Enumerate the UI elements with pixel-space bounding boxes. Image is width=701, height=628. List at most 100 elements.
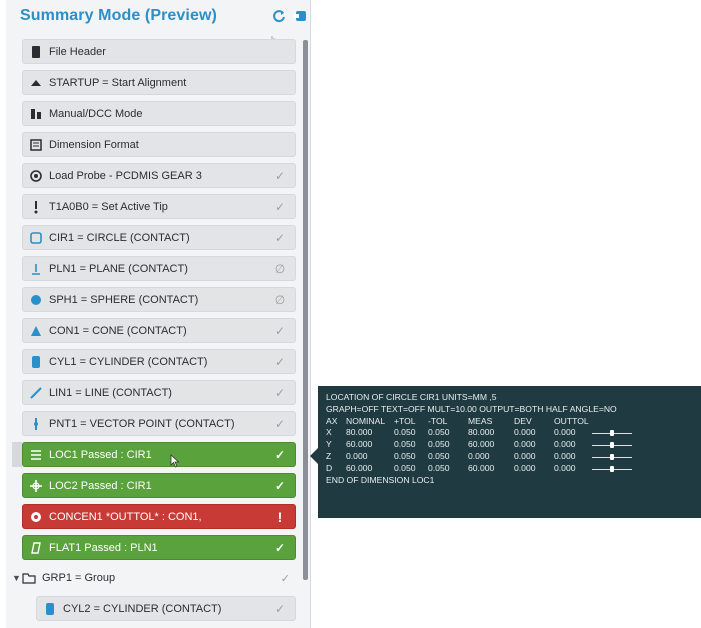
list-item-label: LOC1 Passed : CIR1	[49, 448, 152, 461]
tooltip-cell: AX	[326, 415, 338, 426]
not-measured-icon: ∅	[274, 292, 286, 307]
deviation-graph	[592, 463, 652, 475]
list-item-label: LIN1 = LINE (CONTACT)	[49, 386, 172, 399]
tooltip-cell: Y	[326, 439, 332, 450]
status-check-icon: ✓	[274, 168, 286, 183]
alignment-icon	[29, 76, 43, 90]
list-item-label: Dimension Format	[49, 138, 139, 151]
collapse-arrow-icon[interactable]: ▼	[12, 573, 21, 583]
tooltip-data-row: Y 60.000 0.050 0.050 60.000 0.000 0.000	[326, 439, 693, 451]
list-item[interactable]: Load Probe - PCDMIS GEAR 3 ✓	[22, 163, 296, 188]
tooltip-table: AX NOMINAL +TOL -TOL MEAS DEV OUTTOL X 80.000 0.0…	[326, 416, 693, 475]
list-item-label: CONCEN1 *OUTTOL* : CON1,	[49, 510, 202, 523]
list-item-label: STARTUP = Start Alignment	[49, 76, 187, 89]
tip-icon	[29, 200, 43, 214]
list-item[interactable]: PLN1 = PLANE (CONTACT) ∅	[22, 256, 296, 281]
list-item[interactable]: CONCEN1 *OUTTOL* : CON1,!	[22, 504, 296, 529]
tooltip-cell: 0.000	[554, 439, 576, 450]
tooltip-cell: 0.050	[394, 462, 416, 473]
status-check-icon: ✓	[274, 478, 286, 493]
tooltip-footer: END OF DIMENSION LOC1	[326, 474, 435, 485]
tooltip-line-2: GRAPH=OFF TEXT=OFF MULT=10.00 OUTPUT=BOT…	[326, 403, 617, 414]
list-item[interactable]: LOC1 Passed : CIR1 ✓	[22, 442, 296, 467]
list-item[interactable]: FLAT1 Passed : PLN1 ✓	[22, 535, 296, 560]
format-icon	[29, 138, 43, 152]
list-item[interactable]: File Header	[22, 39, 296, 64]
tooltip-cell: 80.000	[346, 427, 373, 438]
tooltip-cell: X	[326, 427, 332, 438]
deviation-graph	[592, 439, 652, 451]
cone-icon	[29, 324, 43, 338]
tooltip-cell: 0.050	[394, 427, 416, 438]
tooltip-data-row: Z 0.000 0.050 0.050 0.000 0.000 0.000	[326, 451, 693, 463]
list-item-label: SPH1 = SPHERE (CONTACT)	[49, 293, 199, 306]
location-icon	[29, 448, 43, 462]
tooltip-cell: 0.000	[514, 427, 536, 438]
list-item[interactable]: SPH1 = SPHERE (CONTACT) ∅	[22, 287, 296, 312]
list-item[interactable]: CON1 = CONE (CONTACT) ✓	[22, 318, 296, 343]
tooltip-cell: 0.050	[428, 462, 450, 473]
tooltip-data-row: D 60.000 0.050 0.050 60.000 0.000 0.000	[326, 463, 693, 475]
list-item[interactable]: CIR1 = CIRCLE (CONTACT) ✓	[22, 225, 296, 250]
tooltip-cell: 0.050	[428, 427, 450, 438]
file-icon	[29, 45, 43, 59]
group-child-row[interactable]: CYL2 = CYLINDER (CONTACT) ✓	[36, 596, 296, 621]
list-item[interactable]: STARTUP = Start Alignment	[22, 70, 296, 95]
list-item[interactable]: Manual/DCC Mode	[22, 101, 296, 126]
tooltip-cell: 0.000	[554, 450, 576, 461]
list-scrollbar[interactable]	[303, 40, 308, 580]
cylinder-icon	[46, 602, 54, 615]
panel-title: Summary Mode (Preview)	[20, 7, 217, 24]
tooltip-cell: 0.000	[554, 427, 576, 438]
mode-icon	[29, 107, 43, 121]
status-check-icon: ✓	[274, 447, 286, 462]
group-row[interactable]: GRP1 = Group ✓	[22, 566, 296, 590]
list-item[interactable]: LOC2 Passed : CIR1 ✓	[22, 473, 296, 498]
tooltip-cell: 0.000	[468, 450, 490, 461]
list-item-label: Load Probe - PCDMIS GEAR 3	[49, 169, 202, 182]
tooltip-cell: 0.000	[514, 462, 536, 473]
tooltip-cell: 0.050	[394, 450, 416, 461]
list-item-label: FLAT1 Passed : PLN1	[49, 541, 158, 554]
list-item[interactable]: Dimension Format	[22, 132, 296, 157]
list-item[interactable]: PNT1 = VECTOR POINT (CONTACT) ✓	[22, 411, 296, 436]
status-check-icon: ✓	[274, 416, 286, 431]
status-check-icon: ✓	[274, 540, 286, 555]
tooltip-cell: NOMINAL	[346, 415, 386, 426]
tooltip-cell: 0.000	[346, 450, 368, 461]
flatness-icon	[29, 541, 43, 555]
list-item[interactable]: LIN1 = LINE (CONTACT) ✓	[22, 380, 296, 405]
list-item-label: T1A0B0 = Set Active Tip	[49, 200, 168, 213]
tooltip-cell: Z	[326, 450, 332, 461]
list-item[interactable]: CYL1 = CYLINDER (CONTACT) ✓	[22, 349, 296, 374]
list-item-label: Manual/DCC Mode	[49, 107, 143, 120]
folder-icon	[22, 573, 36, 584]
cylinder-icon	[29, 355, 43, 369]
refresh-icon[interactable]	[272, 9, 286, 23]
circle-icon	[29, 231, 43, 245]
group-child-label: CYL2 = CYLINDER (CONTACT)	[63, 602, 222, 615]
warning-icon: !	[277, 508, 283, 525]
dimension-tooltip: LOCATION OF CIRCLE CIR1 UNITS=MM ,5 GRAP…	[310, 386, 701, 518]
tooltip-cell: -TOL	[428, 415, 448, 426]
deviation-graph	[592, 427, 652, 439]
group-label: GRP1 = Group	[42, 572, 116, 584]
status-check-icon: ✓	[274, 230, 286, 245]
tooltip-cell: DEV	[514, 415, 532, 426]
tooltip-cell: +TOL	[394, 415, 416, 426]
tooltip-cell: 60.000	[346, 439, 373, 450]
tooltip-cell: 0.050	[428, 439, 450, 450]
list-item[interactable]: T1A0B0 = Set Active Tip ✓	[22, 194, 296, 219]
status-check-icon: ✓	[274, 354, 286, 369]
tooltip-cell: 60.000	[468, 439, 495, 450]
list-item-label: CIR1 = CIRCLE (CONTACT)	[49, 231, 190, 244]
export-icon[interactable]	[294, 9, 308, 23]
probe-icon	[29, 169, 43, 183]
tooltip-header-row: AX NOMINAL +TOL -TOL MEAS DEV OUTTOL	[326, 416, 693, 428]
group-child-status-check-icon: ✓	[274, 601, 286, 616]
list-item-label: File Header	[49, 45, 106, 58]
tooltip-cell: 0.050	[428, 450, 450, 461]
list-item-label: PNT1 = VECTOR POINT (CONTACT)	[49, 417, 235, 430]
tooltip-data-row: X 80.000 0.050 0.050 80.000 0.000 0.000	[326, 427, 693, 439]
selection-strip	[12, 442, 22, 467]
